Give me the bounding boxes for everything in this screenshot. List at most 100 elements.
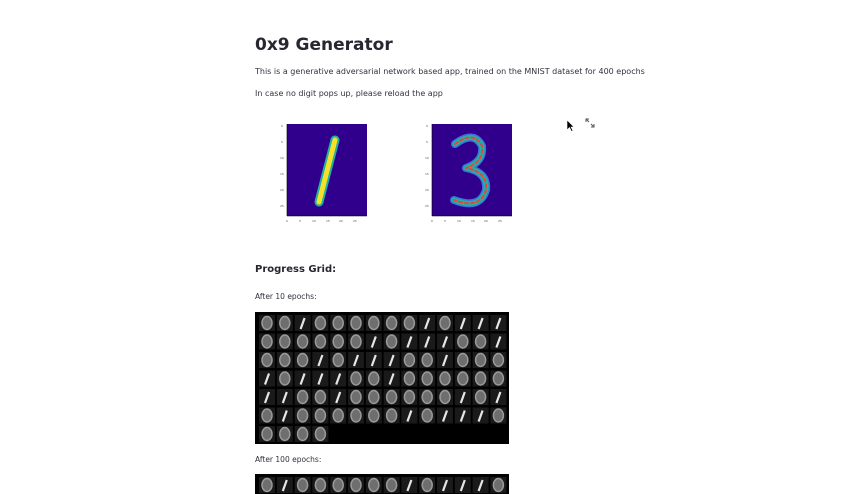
svg-text:10: 10 — [425, 156, 429, 160]
generated-sample-cell — [437, 477, 453, 493]
generated-sample-cell — [330, 389, 347, 405]
generated-sample-cell — [454, 352, 471, 368]
generated-sample-cell — [401, 407, 418, 424]
generated-sample-cell — [259, 315, 275, 331]
progress-grid-heading: Progress Grid: — [255, 264, 337, 275]
generated-sample-cell — [401, 389, 418, 405]
svg-text:10: 10 — [457, 219, 461, 223]
generated-sample-cell — [401, 333, 418, 350]
generated-sample-cell — [365, 370, 382, 387]
generated-sample-cell — [472, 370, 489, 387]
svg-text:15: 15 — [471, 219, 475, 223]
page-title: 0x9 Generator — [255, 35, 393, 55]
generated-sample-cell — [365, 333, 382, 350]
generated-sample-cell — [383, 315, 400, 331]
svg-text:0: 0 — [281, 124, 283, 128]
generated-sample-cell — [383, 477, 400, 493]
generated-sample-cell — [454, 333, 471, 350]
generated-sample-cell — [365, 477, 382, 493]
generated-sample-cell — [294, 333, 311, 350]
generated-sample-cell — [419, 370, 436, 387]
generated-sample-cell — [294, 407, 311, 424]
generated-sample-cell — [365, 389, 382, 405]
generated-sample-cell — [490, 315, 507, 331]
generated-sample-cell — [401, 370, 418, 387]
generated-sample-cell — [330, 407, 347, 424]
generated-sample-cell — [437, 315, 453, 331]
generated-sample-cell — [348, 407, 364, 424]
generated-sample-cell — [312, 477, 329, 493]
generated-sample-cell — [259, 426, 275, 442]
progress-grid-100-epochs — [255, 474, 509, 494]
generated-sample-cell — [454, 477, 471, 493]
generated-sample-cell — [330, 315, 347, 331]
generated-sample-cell — [259, 370, 275, 387]
svg-text:20: 20 — [484, 219, 488, 223]
generated-sample-cell — [294, 389, 311, 405]
generated-sample-cell — [472, 477, 489, 493]
generated-sample-cell — [276, 389, 293, 405]
generated-sample-cell — [312, 352, 329, 368]
generated-sample-cell — [259, 333, 275, 350]
generated-sample-cell — [348, 477, 364, 493]
generated-sample-cell — [365, 407, 382, 424]
generated-sample-cell — [365, 352, 382, 368]
generated-sample-cell — [294, 352, 311, 368]
svg-text:10: 10 — [312, 219, 316, 223]
generated-sample-cell — [312, 389, 329, 405]
generated-sample-cell — [348, 370, 364, 387]
generated-sample-cell — [259, 389, 275, 405]
generated-sample-cell — [490, 333, 507, 350]
svg-text:25: 25 — [353, 219, 357, 223]
generated-sample-cell — [437, 333, 453, 350]
generated-sample-cell — [490, 407, 507, 424]
generated-sample-cell — [454, 389, 471, 405]
generated-sample-cell — [419, 333, 436, 350]
generated-sample-cell — [383, 370, 400, 387]
fullscreen-expand-icon[interactable] — [585, 113, 595, 128]
generated-sample-cell — [348, 352, 364, 368]
generated-sample-cell — [437, 370, 453, 387]
svg-text:10: 10 — [280, 156, 284, 160]
svg-text:0: 0 — [426, 124, 428, 128]
generated-sample-cell — [383, 389, 400, 405]
generated-sample-cell — [294, 370, 311, 387]
generated-sample-cell — [401, 352, 418, 368]
svg-text:15: 15 — [280, 172, 284, 176]
generated-sample-cell — [276, 426, 293, 442]
generated-sample-cell — [437, 389, 453, 405]
generated-sample-cell — [312, 333, 329, 350]
generated-sample-cell — [259, 477, 275, 493]
generated-sample-cell — [348, 315, 364, 331]
generated-sample-cell — [312, 370, 329, 387]
svg-text:5: 5 — [299, 219, 301, 223]
svg-text:20: 20 — [280, 188, 284, 192]
progress-grid-10-epochs — [255, 312, 509, 444]
generated-sample-cell — [437, 407, 453, 424]
svg-text:5: 5 — [281, 140, 283, 144]
svg-text:15: 15 — [425, 172, 429, 176]
generated-sample-cell — [330, 352, 347, 368]
generated-sample-cell — [437, 352, 453, 368]
app-description: This is a generative adversarial network… — [255, 67, 645, 76]
svg-text:5: 5 — [444, 219, 446, 223]
mouse-cursor-icon — [566, 117, 575, 132]
generated-sample-cell — [276, 407, 293, 424]
generated-sample-cell — [490, 389, 507, 405]
generated-sample-cell — [330, 370, 347, 387]
generated-sample-cell — [490, 352, 507, 368]
generated-sample-cell — [454, 370, 471, 387]
generated-digit-plot-2: 0 5 10 15 20 25 0 5 10 15 20 25 — [422, 118, 522, 230]
generated-sample-cell — [330, 333, 347, 350]
reload-note: In case no digit pops up, please reload … — [255, 89, 443, 98]
generated-sample-cell — [330, 477, 347, 493]
grid-label-10-epochs: After 10 epochs: — [255, 292, 317, 301]
generated-sample-cell — [383, 407, 400, 424]
svg-text:25: 25 — [280, 204, 284, 208]
generated-sample-cell — [276, 370, 293, 387]
generated-sample-cell — [419, 315, 436, 331]
grid-label-100-epochs: After 100 epochs: — [255, 455, 322, 464]
generated-sample-cell — [490, 477, 507, 493]
generated-sample-cell — [259, 407, 275, 424]
generated-sample-cell — [419, 352, 436, 368]
